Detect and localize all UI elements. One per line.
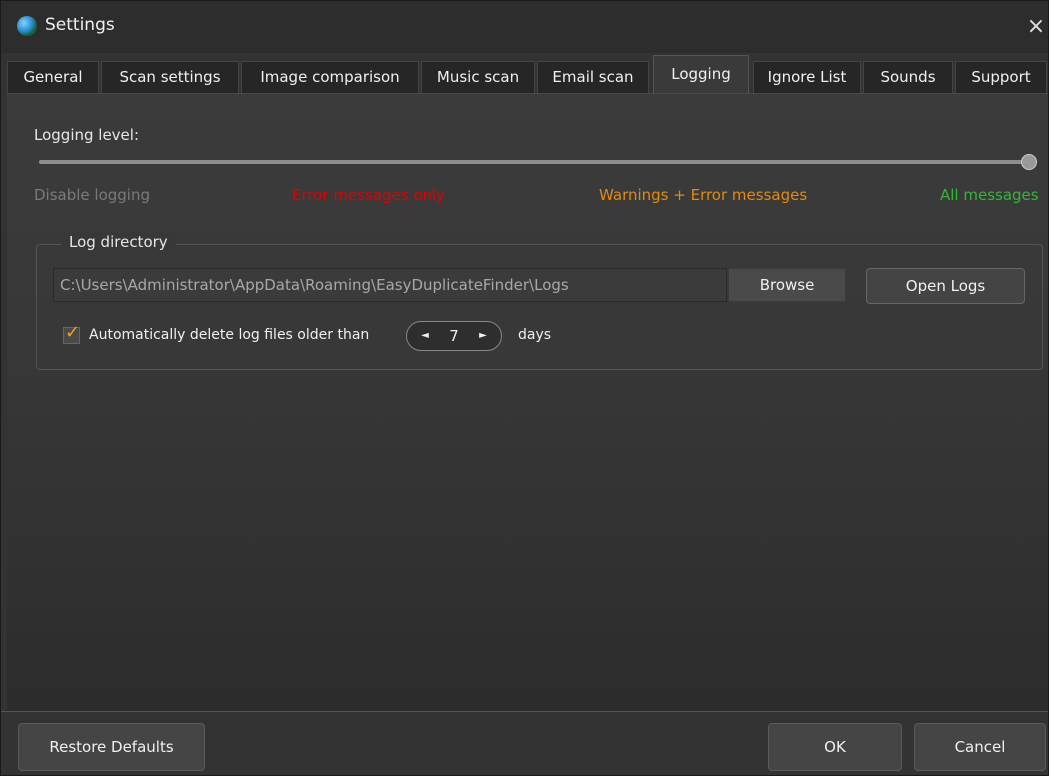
tab-email-scan[interactable]: Email scan — [537, 61, 649, 93]
level-disable-logging: Disable logging — [34, 186, 150, 204]
log-directory-title: Log directory — [61, 233, 176, 251]
window-title: Settings — [45, 15, 115, 35]
days-stepper: ◄ 7 ► — [406, 321, 502, 351]
auto-delete-label: Automatically delete log files older tha… — [89, 327, 370, 343]
title-bar: Settings × — [1, 1, 1048, 53]
decrement-arrow-icon[interactable]: ◄ — [413, 322, 437, 350]
close-icon[interactable]: × — [1022, 13, 1048, 41]
logging-level-label: Logging level: — [34, 126, 139, 144]
ok-button[interactable]: OK — [768, 723, 902, 771]
tab-logging[interactable]: Logging — [653, 55, 749, 94]
cancel-button[interactable]: Cancel — [914, 723, 1046, 771]
tab-ignore-list[interactable]: Ignore List — [753, 61, 861, 93]
auto-delete-checkbox[interactable]: ✓ — [63, 323, 80, 344]
browse-button[interactable]: Browse — [728, 268, 846, 302]
tab-image-comparison[interactable]: Image comparison — [241, 61, 419, 93]
level-all-messages: All messages — [940, 186, 1039, 204]
days-value[interactable]: 7 — [437, 322, 471, 350]
tab-bar: General Scan settings Image comparison M… — [7, 55, 1048, 94]
days-label: days — [518, 327, 552, 343]
logging-level-slider[interactable] — [39, 154, 1037, 170]
logging-panel: Logging level: Disable logging Error mes… — [7, 93, 1048, 711]
level-warnings-errors: Warnings + Error messages — [599, 186, 808, 204]
footer-bar: Restore Defaults OK Cancel — [1, 711, 1048, 775]
tab-scan-settings[interactable]: Scan settings — [101, 61, 239, 93]
tab-support[interactable]: Support — [955, 61, 1047, 93]
level-errors-only: Error messages only — [292, 186, 446, 204]
settings-window: Settings × General Scan settings Image c… — [0, 0, 1049, 776]
log-directory-group: Log directory C:\Users\Administrator\App… — [36, 233, 1043, 370]
app-globe-icon — [17, 16, 37, 36]
checkmark-icon: ✓ — [65, 322, 81, 343]
slider-fill — [39, 160, 1029, 164]
increment-arrow-icon[interactable]: ► — [471, 322, 495, 350]
tab-sounds[interactable]: Sounds — [863, 61, 953, 93]
open-logs-button[interactable]: Open Logs — [866, 268, 1025, 304]
slider-thumb[interactable] — [1021, 154, 1037, 170]
log-path-field[interactable]: C:\Users\Administrator\AppData\Roaming\E… — [53, 268, 727, 302]
restore-defaults-button[interactable]: Restore Defaults — [18, 723, 205, 771]
tab-general[interactable]: General — [7, 61, 99, 93]
tab-music-scan[interactable]: Music scan — [421, 61, 535, 93]
